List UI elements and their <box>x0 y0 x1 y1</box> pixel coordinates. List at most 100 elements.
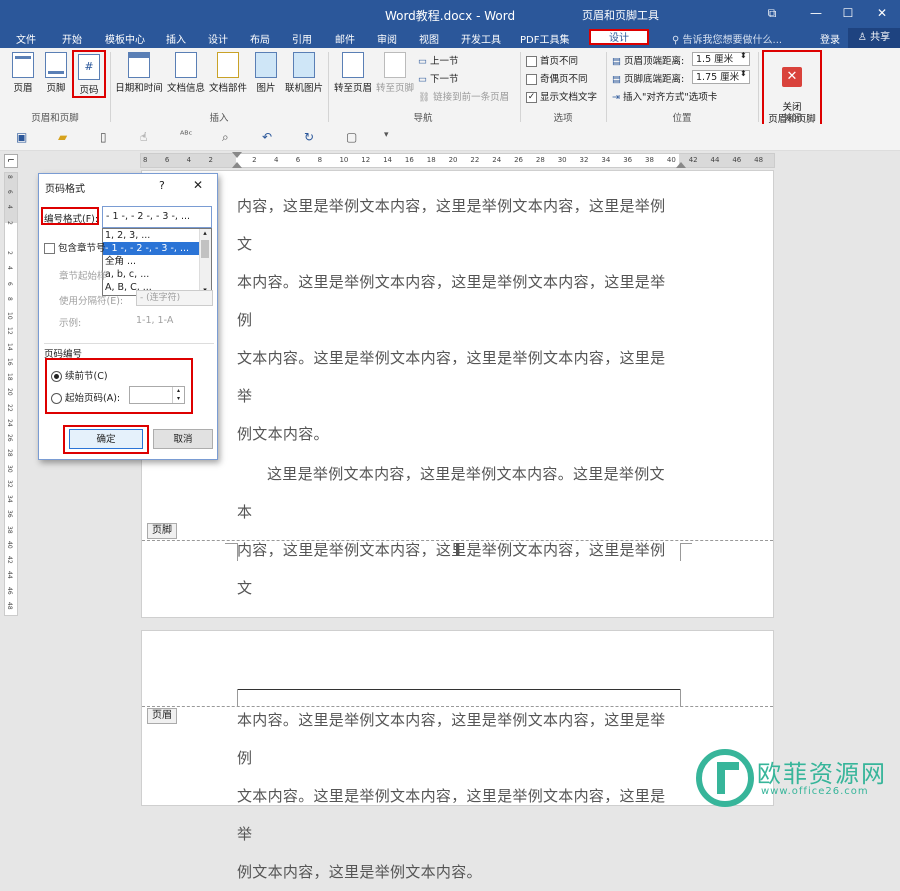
header-button[interactable]: 页眉 <box>9 52 37 94</box>
vertical-ruler[interactable]: 8 6 4 2 2 4 6 8 10 12 14 16 18 20 22 24 26 28 30 32 34 36 38 40… <box>4 172 18 616</box>
spelling-check-icon[interactable]: ᴬᴮᶜ <box>180 130 192 141</box>
tab-home[interactable]: 开始 <box>62 31 82 46</box>
footer-button[interactable]: 页脚 <box>42 52 70 94</box>
tab-mailings[interactable]: 邮件 <box>335 31 355 46</box>
screenshot-icon[interactable]: ▢ <box>346 130 357 144</box>
start-at-input[interactable]: ▴ ▾ <box>129 386 185 404</box>
left-indent-marker[interactable] <box>232 162 242 168</box>
picture-button[interactable]: 图片 <box>252 52 280 94</box>
ribbon-display-icon[interactable]: ⧉ <box>762 4 782 22</box>
ruler-tick: 24 <box>6 418 13 427</box>
spinner-icon[interactable]: ⬍ <box>740 51 747 60</box>
include-chapter-option[interactable]: 包含章节号 <box>44 240 106 254</box>
first-line-indent-marker[interactable] <box>232 152 242 158</box>
horizontal-ruler[interactable]: 8 6 4 2 2 4 6 8 10 12 14 16 18 20 22 24 26 28 30 32 34 36 38 40… <box>140 152 775 168</box>
continue-from-previous-option[interactable]: 续前节(C) <box>51 368 108 382</box>
ruler-tick: 34 <box>6 495 13 503</box>
paragraph-1[interactable]: 内容，这里是举例文本内容，这里是举例文本内容，这里是举例文 本内容。这里是举例文… <box>237 187 677 453</box>
tab-header-footer-design[interactable]: 设计 <box>589 29 649 45</box>
page-number-button[interactable]: # 页码 <box>72 50 106 98</box>
share-button[interactable]: ♙ 共享 <box>848 28 900 48</box>
context-tool-title: 页眉和页脚工具 <box>582 9 659 22</box>
insert-alignment-tab-button[interactable]: ⇥ 插入"对齐方式"选项卡 <box>612 89 717 103</box>
tab-pdf-tools[interactable]: PDF工具集 <box>520 31 569 46</box>
ruler-tick: 10 <box>339 156 349 164</box>
right-indent-marker[interactable] <box>676 162 686 168</box>
tab-review[interactable]: 审阅 <box>377 31 397 46</box>
format-option-selected[interactable]: - 1 -, - 2 -, - 3 -, ... <box>103 242 199 255</box>
next-section-button[interactable]: ▭ 下一节 <box>418 71 459 85</box>
tab-layout[interactable]: 布局 <box>250 31 270 46</box>
save-icon[interactable]: ▣ <box>16 130 27 144</box>
number-format-dropdown-list[interactable]: 1, 2, 3, ... - 1 -, - 2 -, - 3 -, ... 全角… <box>102 228 212 296</box>
checkbox[interactable] <box>526 56 537 67</box>
different-first-page-option[interactable]: 首页不同 <box>526 53 578 67</box>
goto-footer-button[interactable]: 转至页脚 <box>374 52 416 94</box>
format-option[interactable]: 1, 2, 3, ... <box>103 229 199 242</box>
checkbox[interactable] <box>44 243 55 254</box>
goto-header-button[interactable]: 转至页眉 <box>332 52 374 94</box>
close-window-button[interactable]: ✕ <box>872 4 892 22</box>
doc-info-button[interactable]: 文档信息 <box>166 52 206 94</box>
quick-parts-button[interactable]: 文档部件 <box>208 52 248 94</box>
tab-template-center[interactable]: 模板中心 <box>105 31 145 46</box>
dropdown-scrollbar[interactable]: ▴ ▾ <box>199 229 211 295</box>
paragraph-3[interactable]: 本内容。这里是举例文本内容，这里是举例文本内容，这里是举例 文本内容。这里是举例… <box>237 701 677 891</box>
scroll-thumb[interactable] <box>201 240 209 258</box>
prev-section-button[interactable]: ▭ 上一节 <box>418 53 459 67</box>
tab-design-main[interactable]: 设计 <box>208 31 228 46</box>
link-to-previous-button[interactable]: ⛓ 链接到前一条页眉 <box>418 89 509 103</box>
online-picture-button[interactable]: 联机图片 <box>283 52 325 94</box>
number-format-select[interactable]: - 1 -, - 2 -, - 3 -, ... ⌄ <box>102 206 212 228</box>
tab-developer[interactable]: 开发工具 <box>461 31 501 46</box>
format-option[interactable]: a, b, c, ... <box>103 268 199 281</box>
ruler-tick: 2 <box>6 251 13 256</box>
tab-file[interactable]: 文件 <box>16 31 36 46</box>
ok-button[interactable]: 确定 <box>69 429 143 449</box>
ruler-tick: 8 <box>6 296 13 301</box>
document-page-1[interactable]: 内容，这里是举例文本内容，这里是举例文本内容，这里是举例文 本内容。这里是举例文… <box>141 170 774 618</box>
spinner-icon[interactable]: ⬍ <box>740 69 747 78</box>
separator-select[interactable]: - (连字符) <box>136 290 213 306</box>
ruler-tick: 14 <box>383 156 393 164</box>
group-separator <box>758 52 759 122</box>
open-folder-icon[interactable]: ▰ <box>58 130 67 144</box>
new-document-icon[interactable]: ▯ <box>100 130 107 144</box>
header-button-label: 页眉 <box>13 83 33 94</box>
tab-view[interactable]: 视图 <box>419 31 439 46</box>
radio-selected[interactable] <box>51 371 62 382</box>
minimize-button[interactable]: — <box>806 4 826 22</box>
watermark-logo <box>696 749 754 807</box>
touch-mode-icon[interactable]: ☝ <box>140 130 147 144</box>
show-document-text-option[interactable]: ✓ 显示文档文字 <box>526 89 597 103</box>
redo-icon[interactable]: ↻ <box>304 130 314 144</box>
tab-references[interactable]: 引用 <box>292 31 312 46</box>
print-preview-icon[interactable]: ⌕ <box>222 130 229 145</box>
cancel-button[interactable]: 取消 <box>153 429 213 449</box>
help-button[interactable]: ? <box>159 179 165 192</box>
spinner-icon[interactable]: ▴ ▾ <box>172 387 184 403</box>
tell-me-search[interactable]: ⚲ 告诉我您想要做什么... <box>672 31 782 46</box>
ribbon-tab-row: 文件 开始 模板中心 插入 设计 布局 引用 邮件 审阅 视图 开发工具 PDF… <box>0 28 900 48</box>
radio[interactable] <box>51 393 62 404</box>
format-option[interactable]: 全角 ... <box>103 255 199 268</box>
different-odd-even-option[interactable]: 奇偶页不同 <box>526 71 588 85</box>
ruler-tick: 6 <box>295 156 301 164</box>
scroll-up-icon[interactable]: ▴ <box>200 229 210 238</box>
document-page-2[interactable]: 页眉 本内容。这里是举例文本内容，这里是举例文本内容，这里是举例 文本内容。这里… <box>141 630 774 881</box>
checkbox-checked[interactable]: ✓ <box>526 92 537 103</box>
customize-toolbar-icon[interactable]: ▾ <box>384 130 389 140</box>
login-link[interactable]: 登录 <box>820 31 840 46</box>
checkbox[interactable] <box>526 74 537 85</box>
undo-icon[interactable]: ↶ <box>262 130 272 144</box>
paragraph-2[interactable]: 这里是举例文本内容，这里是举例文本内容。这里是举例文本 内容，这里是举例文本内容… <box>237 455 677 607</box>
dialog-close-button[interactable]: ✕ <box>193 178 203 192</box>
quick-parts-label: 文档部件 <box>208 83 247 94</box>
crop-mark <box>225 543 237 544</box>
ruler-tick: 40 <box>666 156 676 164</box>
tab-selector-icon[interactable]: ⌐ <box>4 154 18 168</box>
maximize-button[interactable]: ☐ <box>838 4 858 22</box>
start-at-option[interactable]: 起始页码(A): <box>51 390 120 404</box>
date-time-button[interactable]: 日期和时间 <box>114 52 164 94</box>
tab-insert[interactable]: 插入 <box>166 31 186 46</box>
